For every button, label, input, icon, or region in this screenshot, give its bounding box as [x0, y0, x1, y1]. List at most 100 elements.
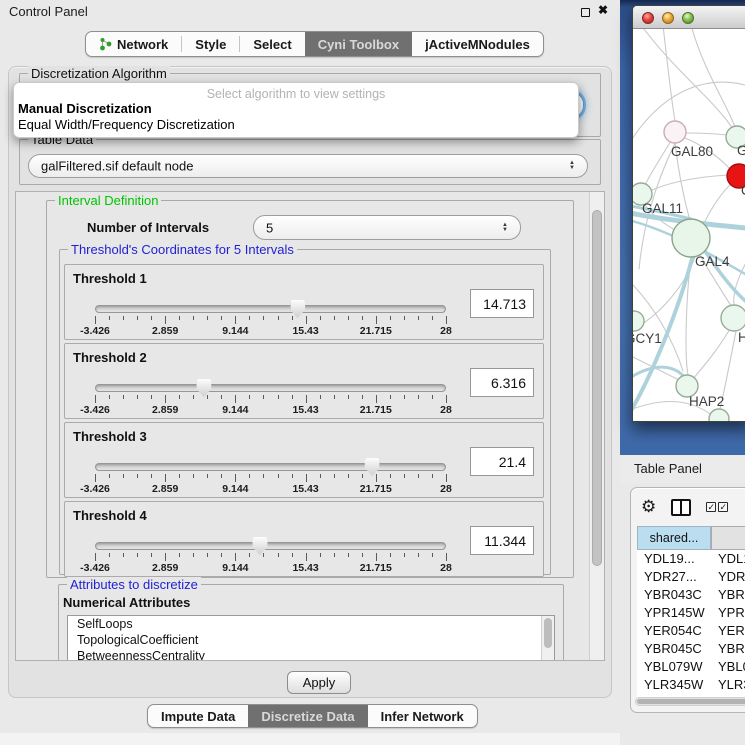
table-cell[interactable]: YBR043C: [637, 586, 711, 604]
network-node[interactable]: [672, 219, 710, 257]
slider-track[interactable]: [95, 463, 446, 471]
table-cell[interactable]: YLR3: [711, 676, 745, 694]
close-traffic-light-icon[interactable]: [642, 12, 654, 24]
network-node[interactable]: [709, 409, 729, 422]
network-edge[interactable]: [663, 29, 675, 121]
numerical-attributes-list[interactable]: SelfLoopsTopologicalCoefficientBetweenne…: [67, 615, 555, 661]
zoom-traffic-light-icon[interactable]: [682, 12, 694, 24]
vertical-scrollbar[interactable]: [589, 192, 604, 660]
table-cell[interactable]: YPR145W: [637, 604, 711, 622]
list-scrollbar[interactable]: [541, 616, 554, 661]
table-row[interactable]: YDL19...YDL1: [637, 550, 745, 568]
threshold-slider[interactable]: [95, 542, 446, 550]
checkbox-icon[interactable]: ✓: [718, 502, 728, 512]
dropdown-item-manual-discretization[interactable]: Manual Discretization: [14, 101, 578, 117]
horizontal-scrollbar[interactable]: [635, 697, 745, 706]
network-node[interactable]: [633, 311, 644, 331]
table-cell[interactable]: YLR345W: [637, 676, 711, 694]
dropdown-prompt-item[interactable]: Select algorithm to view settings: [14, 83, 578, 101]
tick-mark: [432, 474, 433, 478]
tab-cyni-toolbox[interactable]: Cyni Toolbox: [305, 32, 412, 56]
scrollbar-thumb[interactable]: [637, 699, 745, 704]
table-row[interactable]: YER054CYER0: [637, 622, 745, 640]
tick-mark: [137, 553, 138, 557]
network-edge[interactable]: [641, 29, 733, 129]
tick-mark: [263, 474, 264, 478]
network-edge[interactable]: [691, 29, 735, 127]
network-edge[interactable]: [693, 329, 730, 379]
threshold-value-field[interactable]: [470, 368, 534, 397]
number-of-intervals-combobox[interactable]: 5 ▲▼: [253, 215, 521, 240]
threshold-slider[interactable]: [95, 305, 446, 313]
slider-track[interactable]: [95, 542, 446, 550]
scrollbar-thumb[interactable]: [592, 210, 602, 566]
tick-mark: [95, 395, 96, 403]
table-cell[interactable]: YBL0: [711, 658, 745, 676]
slider-track[interactable]: [95, 305, 446, 313]
tab-network[interactable]: Network: [86, 32, 181, 56]
column-header[interactable]: n: [711, 526, 745, 550]
network-node[interactable]: [664, 121, 686, 143]
threshold-value-field[interactable]: [470, 447, 534, 476]
table-row[interactable]: YLR345WYLR3: [637, 676, 745, 694]
network-edge[interactable]: [686, 133, 727, 135]
threshold-label: Threshold 3: [73, 429, 147, 444]
group-title: Discretization Algorithm: [28, 66, 170, 81]
close-icon[interactable]: ✖: [598, 3, 608, 17]
network-canvas[interactable]: GAL80GACGAL11GAL4GCY1HHAP2: [633, 29, 745, 422]
network-edge[interactable]: [652, 175, 728, 190]
tab-select[interactable]: Select: [240, 32, 304, 56]
threshold-slider[interactable]: [95, 463, 446, 471]
table-cell[interactable]: YBR0: [711, 586, 745, 604]
tick-mark: [263, 553, 264, 557]
threshold-value-field[interactable]: [470, 289, 534, 318]
network-node[interactable]: [721, 305, 745, 331]
slider-track[interactable]: [95, 384, 446, 392]
tick-mark: [123, 395, 124, 399]
minimize-traffic-light-icon[interactable]: [662, 12, 674, 24]
gear-icon[interactable]: ⚙: [641, 496, 656, 518]
tab-style[interactable]: Style: [182, 32, 239, 56]
network-edge[interactable]: [645, 141, 671, 185]
table-cell[interactable]: YER0: [711, 622, 745, 640]
table-row[interactable]: YDR27...YDR2: [637, 568, 745, 586]
select-columns-icons[interactable]: ✓ ✓: [706, 502, 728, 512]
table-row[interactable]: YBL079WYBL0: [637, 658, 745, 676]
table-row[interactable]: YPR145WYPR1: [637, 604, 745, 622]
table-cell[interactable]: YPR1: [711, 604, 745, 622]
tab-jactivemnodules[interactable]: jActiveMNodules: [412, 32, 543, 56]
tick-mark: [137, 395, 138, 399]
dropdown-item-equal-width-frequency[interactable]: Equal Width/Frequency Discretization: [14, 117, 578, 133]
table-row[interactable]: YBR043CYBR0: [637, 586, 745, 604]
table-cell[interactable]: YER054C: [637, 622, 711, 640]
list-item[interactable]: BetweennessCentrality: [68, 648, 554, 661]
table-cell[interactable]: YDR2: [711, 568, 745, 586]
list-item[interactable]: TopologicalCoefficient: [68, 632, 554, 648]
tick-mark: [179, 553, 180, 557]
table-cell[interactable]: YDR27...: [637, 568, 711, 586]
top-tab-bar: NetworkStyleSelectCyni ToolboxjActiveMNo…: [85, 31, 544, 57]
table-cell[interactable]: YBL079W: [637, 658, 711, 676]
column-header[interactable]: shared...: [637, 526, 711, 550]
apply-button[interactable]: Apply: [287, 671, 351, 694]
checkbox-icon[interactable]: ✓: [706, 502, 716, 512]
list-item[interactable]: SelfLoops: [68, 616, 554, 632]
threshold-slider[interactable]: [95, 384, 446, 392]
network-window-titlebar[interactable]: [633, 6, 745, 29]
table-cell[interactable]: YDL19...: [637, 550, 711, 568]
network-view-window[interactable]: GAL80GACGAL11GAL4GCY1HHAP2: [632, 5, 745, 422]
split-columns-icon[interactable]: [671, 499, 691, 516]
table-data-combobox[interactable]: galFiltered.sif default node ▲▼: [28, 154, 588, 178]
tab-impute-data[interactable]: Impute Data: [148, 705, 248, 727]
table-cell[interactable]: YDL1: [711, 550, 745, 568]
table-cell[interactable]: YBR0: [711, 640, 745, 658]
tab-discretize-data[interactable]: Discretize Data: [248, 705, 367, 727]
scrollbar-thumb[interactable]: [544, 618, 552, 648]
table-cell[interactable]: YBR045C: [637, 640, 711, 658]
tick-mark: [165, 316, 166, 324]
network-edge[interactable]: [703, 183, 732, 225]
tab-infer-network[interactable]: Infer Network: [368, 705, 477, 727]
threshold-value-field[interactable]: [470, 526, 534, 555]
table-row[interactable]: YBR045CYBR0: [637, 640, 745, 658]
float-window-icon[interactable]: [581, 8, 590, 17]
